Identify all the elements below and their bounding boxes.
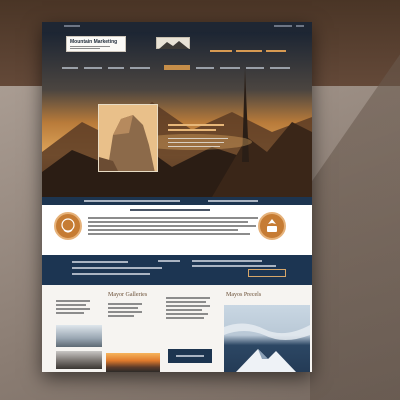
hero-headline (168, 129, 216, 131)
cta-text (72, 273, 150, 275)
aerial-landscape-image[interactable] (224, 305, 310, 372)
mountain-landscape-image (42, 32, 312, 197)
sidebar-text (56, 308, 90, 310)
hero-headline (168, 124, 224, 126)
cta-text (192, 265, 276, 267)
sidebar-text (56, 304, 86, 306)
gallery-text (108, 307, 138, 309)
gallery-text (166, 305, 210, 307)
hero-text (168, 142, 224, 143)
features-header-text (208, 200, 258, 202)
cta-text (72, 261, 128, 263)
hero-text (168, 146, 220, 147)
gallery-text (166, 301, 206, 303)
gallery-thumb-valley[interactable] (56, 351, 102, 369)
features-section (42, 197, 312, 255)
gallery-text (108, 303, 142, 305)
gallery-text (166, 317, 204, 319)
features-text (88, 221, 248, 223)
right-section-heading: Mayos Precels (226, 292, 262, 298)
gallery-heading: Mayor Galleries (108, 292, 148, 298)
features-header-bar (42, 197, 312, 205)
spiral-hand-icon (54, 212, 82, 240)
cta-button[interactable] (248, 269, 286, 277)
sidebar-text (56, 312, 84, 314)
header-link[interactable] (236, 50, 262, 52)
center-emblem (156, 37, 190, 49)
nav-item-active[interactable] (164, 65, 190, 70)
features-title (130, 209, 210, 211)
utility-link[interactable] (274, 25, 292, 27)
nav-item[interactable] (130, 67, 150, 69)
gallery-text (108, 315, 134, 317)
gallery-text (108, 311, 142, 313)
call-to-action-band (42, 255, 312, 285)
nav-item[interactable] (62, 67, 78, 69)
gallery-thumb-sunset[interactable] (106, 353, 160, 372)
gallery-text (166, 313, 208, 315)
nav-item[interactable] (270, 67, 290, 69)
hero-banner: Mountain Marketing (42, 32, 312, 197)
gallery-text (166, 309, 202, 311)
hero-rock-photo (98, 104, 158, 172)
features-text (88, 217, 258, 219)
gallery-thumb-road[interactable] (56, 325, 102, 347)
gallery-text (166, 297, 210, 299)
features-text (88, 233, 250, 235)
nav-item[interactable] (196, 67, 214, 69)
nav-item[interactable] (220, 67, 240, 69)
gallery-section: Mayor Galleries Mayos Precels (42, 285, 312, 372)
nav-item[interactable] (246, 67, 264, 69)
features-header-text (84, 200, 180, 202)
header-link[interactable] (266, 50, 286, 52)
cta-text (72, 267, 162, 269)
gallery-view-button[interactable] (168, 349, 212, 363)
site-logo[interactable]: Mountain Marketing (66, 36, 126, 52)
nav-item[interactable] (108, 67, 124, 69)
hand-leaf-icon (258, 212, 286, 240)
utility-link[interactable] (296, 25, 304, 27)
features-text (88, 225, 256, 227)
top-utility-bar (42, 22, 312, 32)
website-mockup: Mountain Marketing Mayor Galleries Mayos… (42, 22, 312, 372)
logo-text: Mountain Marketing (70, 39, 118, 45)
sidebar-text (56, 300, 90, 302)
header-link[interactable] (210, 50, 232, 52)
nav-item[interactable] (84, 67, 102, 69)
cta-text (158, 260, 180, 262)
hero-text (168, 138, 228, 139)
cta-text (192, 260, 262, 262)
utility-link[interactable] (64, 25, 80, 27)
header-contact-links (210, 50, 290, 53)
features-text (88, 229, 238, 231)
